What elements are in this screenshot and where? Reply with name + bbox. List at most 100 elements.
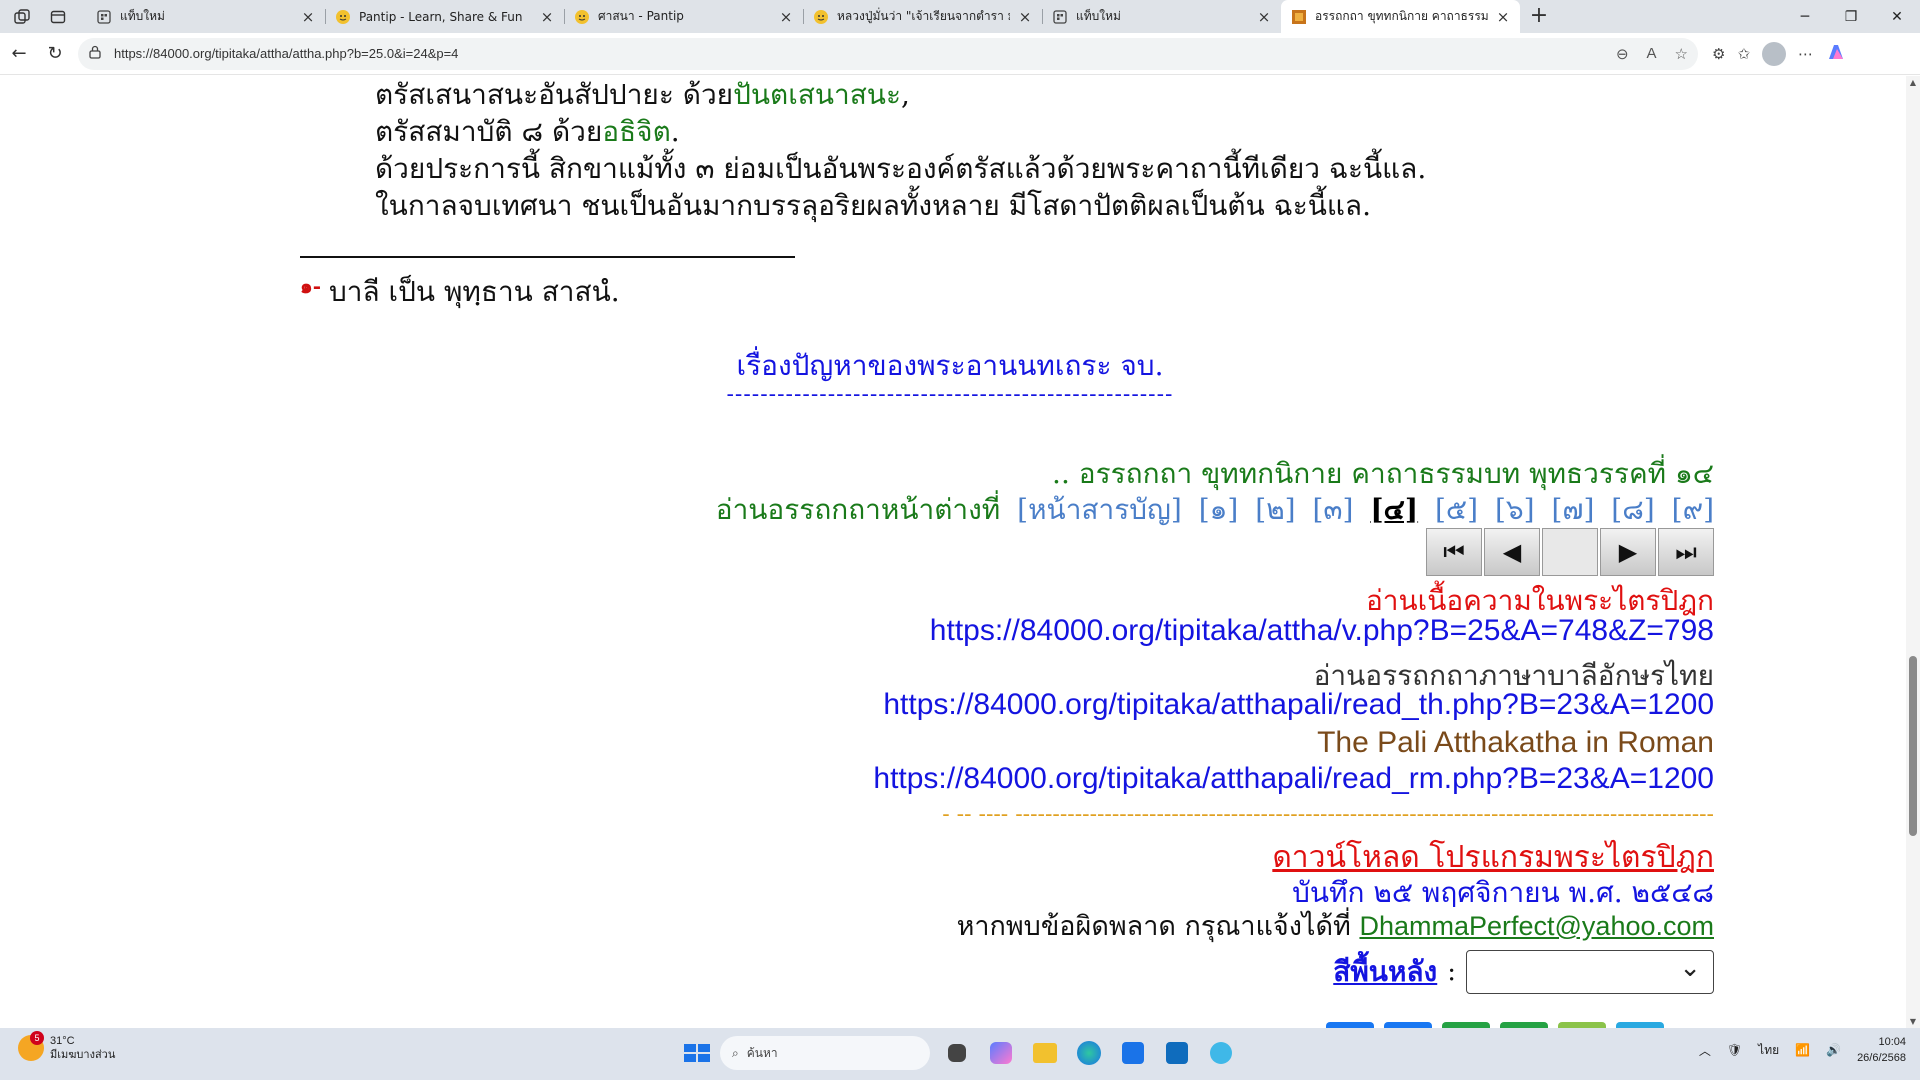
language-indicator[interactable]: ไทย bbox=[1758, 1041, 1779, 1060]
address-bar[interactable]: https://84000.org/tipitaka/attha/attha.p… bbox=[78, 37, 1698, 70]
tab-84000-active[interactable]: อรรถกถา ขุททกนิกาย คาถาธรรมบท พ... × bbox=[1281, 0, 1520, 33]
taskbar-search[interactable]: ⌕ ค้นหา bbox=[720, 1036, 930, 1070]
tab-actions-icon[interactable] bbox=[50, 9, 66, 25]
tab-close-icon[interactable]: × bbox=[1257, 9, 1271, 24]
text-line-2: ตรัสสมาบัติ ๘ ด้วยอธิจิต. bbox=[375, 113, 1525, 150]
tab-close-icon[interactable]: × bbox=[540, 9, 554, 24]
extensions-icon[interactable]: ⚙ bbox=[1712, 45, 1725, 63]
page-link-7[interactable]: [๗] bbox=[1551, 493, 1594, 526]
page-link-9[interactable]: [๙] bbox=[1672, 493, 1714, 526]
footnote: ๑- บาลี เป็น พุทฺธาน สาสนํ. bbox=[300, 270, 620, 314]
last-page-icon[interactable]: ⏭ bbox=[1658, 528, 1714, 576]
tipitaka-link[interactable]: https://84000.org/tipitaka/attha/v.php?B… bbox=[514, 614, 1714, 648]
wifi-icon[interactable]: 📶 bbox=[1795, 1043, 1810, 1057]
footnote-mark: ๑- bbox=[300, 274, 321, 298]
toolbar-right: ⚙ ✩ ⋯ bbox=[1712, 41, 1847, 67]
tab-pantip[interactable]: Pantip - Learn, Share & Fun × bbox=[325, 0, 564, 33]
security-icon[interactable]: 🛡 bbox=[1727, 1043, 1742, 1057]
background-color-select[interactable] bbox=[1466, 950, 1714, 994]
tab-close-icon[interactable]: × bbox=[779, 9, 793, 24]
line-text: ตรัสเสนาสนะอันสัปปายะ ด้วย bbox=[375, 78, 734, 111]
toc-link[interactable]: [หน้าสารบัญ] bbox=[1017, 493, 1182, 526]
tab-close-icon[interactable]: × bbox=[1018, 9, 1032, 24]
page-scrollbar[interactable]: ▲ ▼ bbox=[1906, 76, 1920, 1028]
tab-close-icon[interactable]: × bbox=[1496, 9, 1510, 24]
new-tab-button[interactable]: + bbox=[1524, 2, 1554, 32]
first-page-icon[interactable]: ⏮ bbox=[1426, 528, 1482, 576]
clock-date: 26/6/2568 bbox=[1857, 1052, 1906, 1064]
windows-taskbar: 5 31°C มีเมฆบางส่วน ⌕ ค้นหา ︿ 🛡 ไทย 📶 🔊 … bbox=[0, 1028, 1920, 1080]
pager-controls: ⏮ ◀ ▶ ⏭ bbox=[1426, 528, 1714, 576]
page-link-3[interactable]: [๓] bbox=[1312, 493, 1353, 526]
url-text[interactable]: https://84000.org/tipitaka/attha/attha.p… bbox=[114, 46, 1616, 61]
pager-spacer bbox=[1542, 528, 1598, 576]
taskbar-center: ⌕ ค้นหา bbox=[676, 1036, 1238, 1070]
roman-link[interactable]: https://84000.org/tipitaka/atthapali/rea… bbox=[514, 762, 1714, 796]
system-tray: ︿ 🛡 ไทย 📶 🔊 10:04 26/6/2568 bbox=[1699, 1034, 1906, 1066]
file-explorer-icon[interactable] bbox=[1033, 1043, 1057, 1063]
search-placeholder: ค้นหา bbox=[746, 1045, 778, 1060]
outlook-icon[interactable] bbox=[1166, 1042, 1188, 1064]
text-line-3: ด้วยประการนี้ สิกขาแม้ทั้ง ๓ ย่อมเป็นอัน… bbox=[375, 152, 1427, 185]
pages-label: อ่านอรรถกถาหน้าต่างที่ bbox=[715, 493, 1001, 526]
favorites-icon[interactable]: ✩ bbox=[1737, 45, 1750, 63]
volume-icon[interactable]: 🔊 bbox=[1826, 1043, 1841, 1057]
tab-pantip-religion[interactable]: ศาสนา - Pantip × bbox=[564, 0, 803, 33]
orange-divider: - -- ---- ------------------------------… bbox=[942, 802, 1714, 827]
pantip-icon bbox=[813, 9, 829, 25]
page-link-6[interactable]: [๖] bbox=[1495, 493, 1535, 526]
page-link-8[interactable]: [๘] bbox=[1611, 493, 1654, 526]
scroll-down-icon[interactable]: ▼ bbox=[1908, 1017, 1918, 1026]
store-icon[interactable] bbox=[1122, 1042, 1144, 1064]
commentary-text: ตรัสเสนาสนะอันสัปปายะ ด้วยปันตเสนาสนะ, ต… bbox=[375, 76, 1525, 224]
contact-email-link[interactable]: DhammaPerfect@yahoo.com bbox=[1359, 911, 1714, 941]
background-color-link[interactable]: สีพื้นหลัง bbox=[1333, 950, 1437, 994]
pali-thai-link[interactable]: https://84000.org/tipitaka/atthapali/rea… bbox=[514, 688, 1714, 722]
profile-avatar[interactable] bbox=[1762, 41, 1787, 66]
weather-widget[interactable]: 5 31°C มีเมฆบางส่วน bbox=[18, 1031, 115, 1062]
prev-page-icon[interactable]: ◀ bbox=[1484, 528, 1540, 576]
tab-new-tab-1[interactable]: แท็บใหม่ × bbox=[86, 0, 325, 33]
contact-text: หากพบข้อผิดพลาด กรุณาแจ้งได้ที่ bbox=[956, 911, 1351, 942]
close-window-icon[interactable]: ✕ bbox=[1874, 0, 1920, 33]
edge-browser-icon[interactable] bbox=[1077, 1041, 1101, 1065]
app-icon[interactable] bbox=[1210, 1042, 1232, 1064]
tray-overflow-icon[interactable]: ︿ bbox=[1699, 1042, 1711, 1059]
minimize-icon[interactable]: ─ bbox=[1782, 0, 1828, 33]
text-line-4: ในกาลจบเทศนา ชนเป็นอันมากบรรลุอริยผลทั้ง… bbox=[375, 189, 1371, 222]
browser-toolbar: ← ↻ https://84000.org/tipitaka/attha/att… bbox=[0, 33, 1920, 75]
weather-sun-icon: 5 bbox=[18, 1031, 44, 1061]
notification-badge: 5 bbox=[30, 1031, 44, 1045]
back-icon[interactable]: ← bbox=[2, 37, 36, 71]
tab-close-icon[interactable]: × bbox=[301, 9, 315, 24]
page-link-2[interactable]: [๒] bbox=[1255, 493, 1295, 526]
pantip-icon bbox=[335, 9, 351, 25]
clock-time: 10:04 bbox=[1878, 1036, 1906, 1048]
background-color-row: สีพื้นหลัง : bbox=[1333, 950, 1714, 994]
favorite-star-icon[interactable]: ☆ bbox=[1675, 45, 1688, 63]
scrollbar-thumb[interactable] bbox=[1909, 656, 1917, 836]
task-view-icon[interactable] bbox=[948, 1044, 966, 1062]
tab-new-tab-2[interactable]: แท็บใหม่ × bbox=[1042, 0, 1281, 33]
page-link-5[interactable]: [๕] bbox=[1435, 493, 1478, 526]
copilot-icon[interactable] bbox=[1825, 41, 1847, 67]
restore-icon[interactable]: ❐ bbox=[1828, 0, 1874, 33]
site-info-icon[interactable] bbox=[88, 45, 104, 62]
refresh-icon[interactable]: ↻ bbox=[38, 37, 72, 71]
more-menu-icon[interactable]: ⋯ bbox=[1798, 45, 1813, 63]
tab-title: แท็บใหม่ bbox=[1076, 9, 1121, 23]
copilot-app-icon[interactable] bbox=[990, 1042, 1012, 1064]
workspaces-icon[interactable] bbox=[14, 8, 30, 25]
tab-strip: แท็บใหม่ × Pantip - Learn, Share & Fun ×… bbox=[0, 0, 1920, 33]
scroll-up-icon[interactable]: ▲ bbox=[1908, 78, 1918, 87]
read-aloud-icon[interactable]: A bbox=[1647, 45, 1657, 63]
windows-start-icon[interactable] bbox=[676, 1036, 710, 1070]
clock[interactable]: 10:04 26/6/2568 bbox=[1857, 1034, 1906, 1066]
next-page-icon[interactable]: ▶ bbox=[1600, 528, 1656, 576]
tab-title: ศาสนา - Pantip bbox=[598, 9, 684, 23]
zoom-icon[interactable]: ⊖ bbox=[1616, 45, 1629, 63]
text-line-1: ตรัสเสนาสนะอันสัปปายะ ด้วยปันตเสนาสนะ, bbox=[375, 76, 1525, 113]
tab-pantip-topic[interactable]: หลวงปู่มั่นว่า "เจ้าเรียนจากตำรา มันเป็น… bbox=[803, 0, 1042, 33]
page-link-1[interactable]: [๑] bbox=[1199, 493, 1239, 526]
new-tab-page-icon bbox=[1052, 9, 1068, 25]
